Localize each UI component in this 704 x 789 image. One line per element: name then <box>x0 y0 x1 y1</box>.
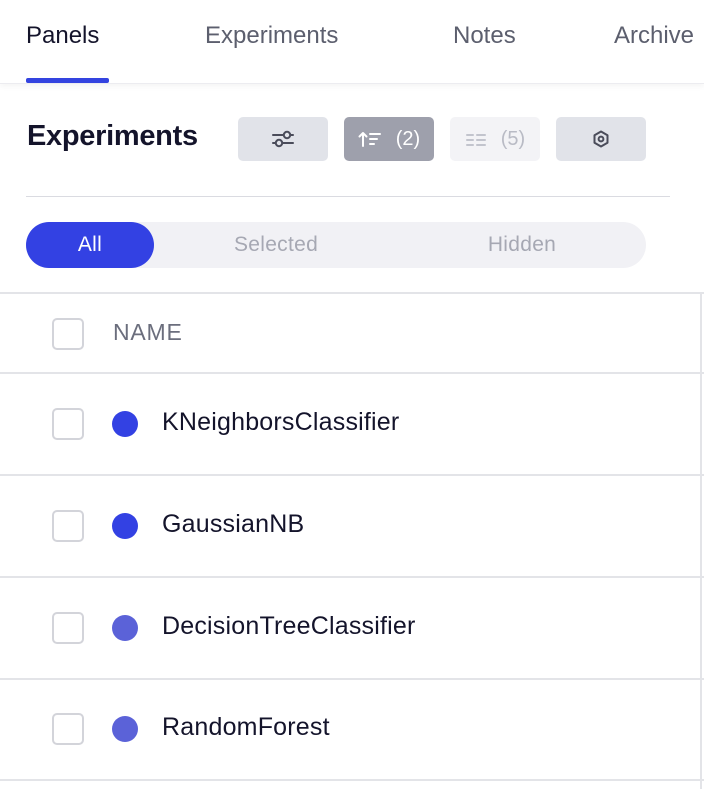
row-checkbox[interactable] <box>52 510 84 542</box>
tab-experiments[interactable]: Experiments <box>205 19 338 53</box>
experiment-color-dot <box>112 615 138 641</box>
select-all-checkbox[interactable] <box>52 318 84 350</box>
filter-button[interactable] <box>238 117 328 161</box>
section-title: Experiments <box>27 120 198 152</box>
row-divider <box>0 576 704 578</box>
filter-all[interactable]: All <box>26 222 154 268</box>
tab-notes[interactable]: Notes <box>453 19 516 53</box>
experiment-color-dot <box>112 716 138 742</box>
header-divider <box>26 196 670 197</box>
group-icon <box>465 131 487 147</box>
row-checkbox[interactable] <box>52 612 84 644</box>
row-checkbox[interactable] <box>52 408 84 440</box>
experiment-color-dot <box>112 411 138 437</box>
experiment-name[interactable]: GaussianNB <box>162 510 304 539</box>
sliders-icon <box>271 129 295 149</box>
row-divider <box>0 779 704 781</box>
row-checkbox[interactable] <box>52 713 84 745</box>
experiment-name[interactable]: DecisionTreeClassifier <box>162 612 416 641</box>
row-divider <box>0 678 704 680</box>
filter-selected[interactable]: Selected <box>176 222 376 268</box>
tab-bar: Panels Experiments Notes Archive <box>0 0 704 84</box>
experiments-panel: Panels Experiments Notes Archive Experim… <box>0 0 704 789</box>
active-tab-indicator <box>26 78 109 83</box>
settings-button[interactable] <box>556 117 646 161</box>
group-button[interactable]: (5) <box>450 117 540 161</box>
filter-hidden[interactable]: Hidden <box>422 222 622 268</box>
row-divider <box>0 372 704 374</box>
tab-archive[interactable]: Archive <box>614 19 694 53</box>
sort-button[interactable]: (2) <box>344 117 434 161</box>
tab-panels[interactable]: Panels <box>26 19 99 53</box>
table-top-border <box>0 292 704 294</box>
hexagon-settings-icon <box>592 130 610 148</box>
visibility-filter: All Selected Hidden <box>26 222 646 268</box>
group-count: (5) <box>500 127 526 150</box>
table-right-border <box>700 292 702 789</box>
sort-count: (2) <box>395 127 421 150</box>
row-divider <box>0 474 704 476</box>
name-column-header[interactable]: NAME <box>113 319 183 346</box>
experiment-color-dot <box>112 513 138 539</box>
sort-icon <box>358 130 382 148</box>
experiment-name[interactable]: KNeighborsClassifier <box>162 408 399 437</box>
experiment-name[interactable]: RandomForest <box>162 713 330 742</box>
